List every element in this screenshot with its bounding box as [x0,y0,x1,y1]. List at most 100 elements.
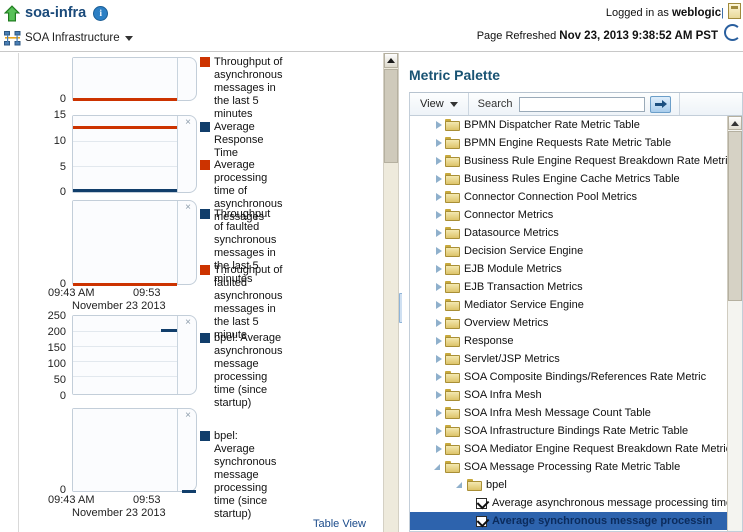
breadcrumb[interactable]: SOA Infrastructure [4,28,133,48]
tree-collapsed-arrow-icon[interactable] [432,134,445,152]
tree-folder-row[interactable]: Overview Metrics [410,314,742,332]
header-right: Logged in as weblogic| Page Refreshed No… [477,3,741,44]
tree-collapsed-arrow-icon[interactable] [432,170,445,188]
tree-collapsed-arrow-icon[interactable] [432,350,445,368]
metric-checkbox[interactable] [476,496,490,509]
chart-plot-area: × [72,115,197,193]
tree-folder-row[interactable]: Decision Service Engine [410,242,742,260]
scroll-up-arrow-icon[interactable] [384,53,398,68]
chart-plot-area: × [72,315,197,395]
green-up-arrow-icon [4,4,20,22]
folder-icon [445,335,460,347]
tree-collapsed-arrow-icon[interactable] [432,386,445,404]
tree-collapsed-arrow-icon[interactable] [432,296,445,314]
legend-label: Average Response Time [214,121,264,159]
refresh-circle-icon[interactable] [724,24,741,41]
metric-tree-scrollbar[interactable] [727,116,742,531]
tree-node-label: SOA Infra Mesh Message Count Table [464,406,651,419]
tree-folder-row[interactable]: BPMN Engine Requests Rate Metric Table [410,134,742,152]
tree-node-label: Datasource Metrics [464,226,559,239]
tree-collapsed-arrow-icon[interactable] [432,260,445,278]
tree-folder-row[interactable]: SOA Mediator Engine Request Breakdown Ra… [410,440,742,458]
gridline [73,376,177,377]
tree-node-label: EJB Transaction Metrics [464,280,583,293]
tree-folder-row[interactable]: Connector Connection Pool Metrics [410,188,742,206]
tree-node-label: SOA Infra Mesh [464,388,542,401]
metric-checkbox[interactable] [476,514,490,527]
tree-folder-row[interactable]: EJB Transaction Metrics [410,278,742,296]
tree-node-label: BPMN Engine Requests Rate Metric Table [464,136,672,149]
y-axis-tick: 10 [53,135,66,147]
y-axis-tick: 15 [53,109,66,121]
tree-collapsed-arrow-icon[interactable] [432,314,445,332]
scrollbar-thumb[interactable] [728,131,742,301]
search-input[interactable] [518,96,645,112]
page-refreshed-prefix: Page Refreshed [476,30,560,42]
tree-node-label: Connector Metrics [464,208,554,221]
y-axis-tick: 250 [47,310,66,322]
tree-folder-row[interactable]: SOA Infrastructure Bindings Rate Metric … [410,422,742,440]
tree-folder-row[interactable]: EJB Module Metrics [410,260,742,278]
tree-collapsed-arrow-icon[interactable] [432,206,445,224]
close-icon[interactable]: × [183,411,193,421]
tree-collapsed-arrow-icon[interactable] [432,152,445,170]
plot-inner [73,316,178,394]
tree-folder-row[interactable]: Business Rules Engine Cache Metrics Tabl… [410,170,742,188]
folder-icon [445,317,460,329]
folder-icon [445,353,460,365]
tree-folder-row[interactable]: BPMN Dispatcher Rate Metric Table [410,116,742,134]
tree-folder-row[interactable]: Response [410,332,742,350]
view-menu-button[interactable]: View [410,93,468,115]
chevron-down-icon[interactable] [124,35,133,41]
tree-folder-row[interactable]: SOA Message Processing Rate Metric Table [410,458,742,476]
tree-folder-row[interactable]: Mediator Service Engine [410,296,742,314]
tree-collapsed-arrow-icon[interactable] [432,188,445,206]
logged-in-status: Logged in as weblogic| [477,3,741,21]
folder-icon [445,407,460,419]
tree-metric-row[interactable]: Average synchronous message processin [410,512,742,530]
close-icon[interactable]: × [183,318,193,328]
tree-metric-row[interactable]: Average asynchronous message processing … [410,494,742,512]
charts-panel-scrollbar[interactable] [383,53,399,532]
chart-legend: Average Response Time [200,121,264,160]
close-icon[interactable]: × [183,118,193,128]
info-icon[interactable]: i [93,5,109,21]
series-line-blue [182,490,196,493]
chart-plot-area: × [72,200,197,286]
gridline [73,141,177,142]
tree-folder-row[interactable]: Datasource Metrics [410,224,742,242]
tree-folder-row[interactable]: SOA Infra Mesh Message Count Table [410,404,742,422]
tree-collapsed-arrow-icon[interactable] [432,224,445,242]
tree-folder-row[interactable]: bpel [410,476,742,494]
legend-swatch [200,265,210,275]
tree-collapsed-arrow-icon[interactable] [432,332,445,350]
tree-collapsed-arrow-icon[interactable] [432,368,445,386]
tree-folder-row[interactable]: Connector Metrics [410,206,742,224]
scrollbar-thumb[interactable] [384,69,398,163]
tree-collapsed-arrow-icon[interactable] [432,422,445,440]
user-card-icon[interactable] [728,3,741,19]
view-menu-label: View [420,98,444,110]
tree-node-label: SOA Composite Bindings/References Rate M… [464,370,707,383]
legend-label: Throughput of asynchronous messages in t… [214,56,283,120]
tree-collapsed-arrow-icon[interactable] [432,278,445,296]
chart-legend: bpel: Average asynchronous message proce… [200,332,283,410]
tree-collapsed-arrow-icon[interactable] [432,404,445,422]
close-icon[interactable]: × [183,203,193,213]
tree-folder-row[interactable]: Servlet/JSP Metrics [410,350,742,368]
scroll-up-arrow-icon[interactable] [728,116,742,130]
tree-expanded-arrow-icon[interactable] [432,458,445,476]
metric-palette-box: View Search BPMN Dispatcher Rate Metric … [409,92,743,532]
gridline [73,166,177,167]
tree-collapsed-arrow-icon[interactable] [432,116,445,134]
table-view-link[interactable]: Table View [313,518,366,530]
app-title-row: soa-infra i [4,2,133,24]
tree-folder-row[interactable]: SOA Infra Mesh [410,386,742,404]
tree-folder-row[interactable]: Business Rule Engine Request Breakdown R… [410,152,742,170]
tree-expanded-arrow-icon[interactable] [454,476,467,494]
tree-collapsed-arrow-icon[interactable] [432,242,445,260]
tree-collapsed-arrow-icon[interactable] [432,440,445,458]
tree-folder-row[interactable]: SOA Composite Bindings/References Rate M… [410,368,742,386]
breadcrumb-label: SOA Infrastructure [25,32,120,44]
search-go-button[interactable] [649,95,671,113]
